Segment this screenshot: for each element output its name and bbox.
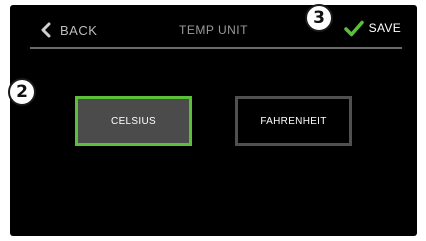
callout-badge-2: 2 <box>8 78 36 106</box>
fahrenheit-label: FAHRENHEIT <box>260 115 327 127</box>
fahrenheit-option-button[interactable]: FAHRENHEIT <box>235 96 352 146</box>
celsius-label: CELSIUS <box>111 115 156 127</box>
header-bar: BACK TEMP UNIT SAVE <box>10 5 417 49</box>
thermostat-screen: BACK TEMP UNIT SAVE CELSIUS FAHRENHEIT <box>10 5 417 236</box>
celsius-option-button[interactable]: CELSIUS <box>75 96 192 146</box>
header-divider <box>30 47 402 49</box>
callout-badge-3: 3 <box>305 4 333 32</box>
check-icon <box>343 20 364 36</box>
save-button[interactable]: SAVE <box>343 18 401 38</box>
save-label: SAVE <box>368 21 401 35</box>
